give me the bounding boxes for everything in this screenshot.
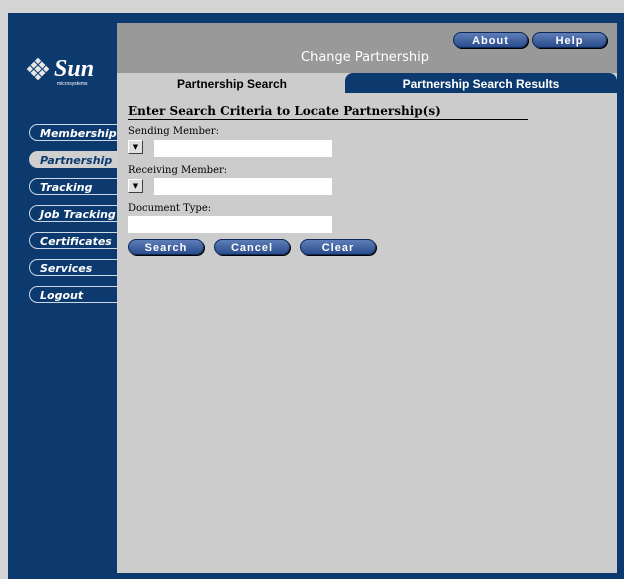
sidebar-item-certificates[interactable]: Certificates	[29, 232, 124, 249]
sending-member-label: Sending Member:	[128, 126, 219, 137]
clear-button[interactable]: Clear	[300, 239, 376, 255]
dropdown-arrow-icon: ▼	[132, 182, 139, 190]
sidebar-item-logout[interactable]: Logout	[29, 286, 124, 303]
sending-member-field[interactable]	[154, 140, 332, 157]
help-button[interactable]: Help	[532, 32, 607, 48]
document-type-label: Document Type:	[128, 203, 212, 214]
dropdown-arrow-icon: ▼	[132, 143, 139, 151]
sun-diamond-icon	[26, 57, 50, 81]
logo-tagline: microsystems	[57, 81, 88, 87]
about-button[interactable]: About	[453, 32, 528, 48]
sending-member-dropdown[interactable]: ▼	[128, 140, 143, 154]
sidebar-item-partnership[interactable]: Partnership	[29, 151, 124, 168]
section-divider	[128, 119, 528, 120]
sidebar-item-membership[interactable]: Membership	[29, 124, 124, 141]
receiving-member-field[interactable]	[154, 178, 332, 195]
tab-partnership-search[interactable]: Partnership Search	[117, 73, 347, 94]
page-header	[117, 23, 617, 73]
document-type-field[interactable]	[128, 216, 332, 233]
sidebar-item-tracking[interactable]: Tracking	[29, 178, 124, 195]
section-title: Enter Search Criteria to Locate Partners…	[128, 104, 441, 118]
cancel-button[interactable]: Cancel	[214, 239, 290, 255]
logo-brand: Sun	[54, 56, 94, 82]
sidebar-item-services[interactable]: Services	[29, 259, 124, 276]
tab-partnership-search-results[interactable]: Partnership Search Results	[345, 73, 617, 93]
sidebar-item-job-tracking[interactable]: Job Tracking	[29, 205, 124, 222]
receiving-member-label: Receiving Member:	[128, 165, 228, 176]
search-button[interactable]: Search	[128, 239, 204, 255]
sun-logo: Sun microsystems	[26, 54, 106, 92]
page-title: Change Partnership	[301, 50, 430, 65]
receiving-member-dropdown[interactable]: ▼	[128, 179, 143, 193]
